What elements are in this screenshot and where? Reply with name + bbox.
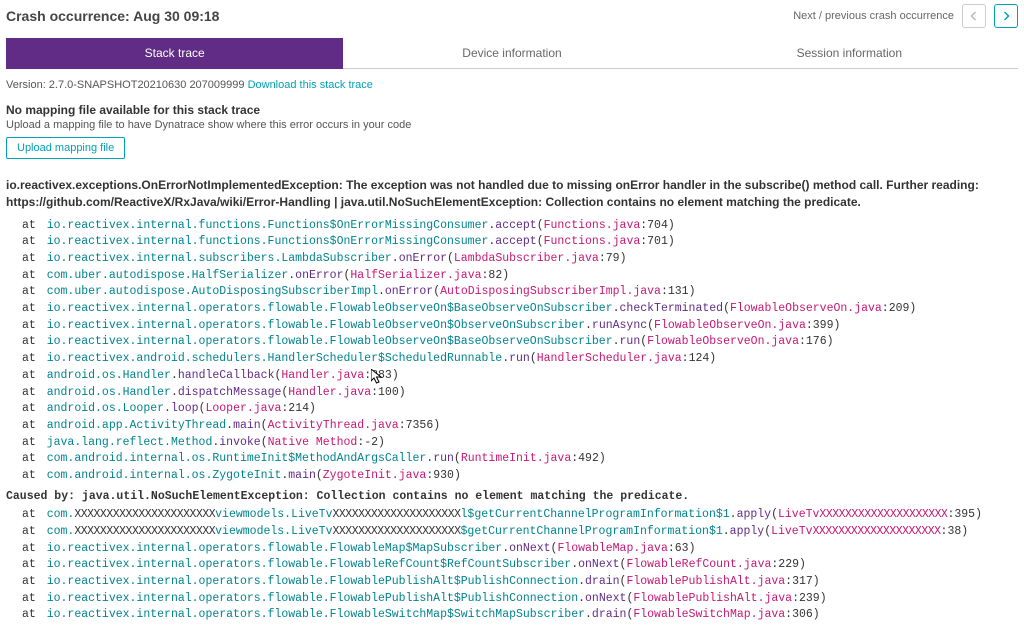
trace-line: at com.XXXXXXXXXXXXXXXXXXXXXXviewmodels.… — [6, 524, 1018, 541]
trace-line: at io.reactivex.android.schedulers.Handl… — [6, 351, 1018, 368]
trace-line: at android.os.Looper.loop(Looper.java:21… — [6, 401, 1018, 418]
trace-line: at com.uber.autodispose.HalfSerializer.o… — [6, 268, 1018, 285]
download-stack-trace-link[interactable]: Download this stack trace — [248, 79, 373, 91]
trace-line: at io.reactivex.internal.operators.flowa… — [6, 557, 1018, 574]
stack-trace-caused: at com.XXXXXXXXXXXXXXXXXXXXXXviewmodels.… — [6, 507, 1018, 624]
trace-line: at android.os.Handler.dispatchMessage(Ha… — [6, 385, 1018, 402]
version-text: Version: 2.7.0-SNAPSHOT20210630 20700999… — [6, 79, 245, 91]
trace-line: at com.android.internal.os.ZygoteInit.ma… — [6, 468, 1018, 485]
tab-stack-trace[interactable]: Stack trace — [6, 38, 343, 69]
tab-session-information[interactable]: Session information — [681, 38, 1018, 69]
trace-line: at com.android.internal.os.RuntimeInit$M… — [6, 451, 1018, 468]
stack-trace: at io.reactivex.internal.functions.Funct… — [6, 218, 1018, 485]
trace-line: at java.lang.reflect.Method.invoke(Nativ… — [6, 435, 1018, 452]
arrow-left-icon — [968, 10, 980, 22]
trace-line: at io.reactivex.internal.subscribers.Lam… — [6, 251, 1018, 268]
trace-line: at com.XXXXXXXXXXXXXXXXXXXXXXviewmodels.… — [6, 507, 1018, 524]
page-title: Crash occurrence: Aug 30 09:18 — [6, 8, 219, 24]
prev-crash-button[interactable] — [962, 4, 986, 28]
trace-line: at io.reactivex.internal.operators.flowa… — [6, 607, 1018, 624]
trace-line: at com.uber.autodispose.AutoDisposingSub… — [6, 284, 1018, 301]
trace-line: at android.app.ActivityThread.main(Activ… — [6, 418, 1018, 435]
trace-line: at io.reactivex.internal.operators.flowa… — [6, 318, 1018, 335]
trace-line: at io.reactivex.internal.operators.flowa… — [6, 301, 1018, 318]
upload-help-text: Upload a mapping file to have Dynatrace … — [6, 119, 1018, 131]
nav-label: Next / previous crash occurrence — [793, 10, 954, 22]
trace-line: at io.reactivex.internal.functions.Funct… — [6, 234, 1018, 251]
trace-line: at io.reactivex.internal.operators.flowa… — [6, 334, 1018, 351]
no-mapping-heading: No mapping file available for this stack… — [6, 103, 1018, 117]
arrow-right-icon — [1000, 10, 1012, 22]
trace-line: at io.reactivex.internal.operators.flowa… — [6, 541, 1018, 558]
trace-line: at io.reactivex.internal.functions.Funct… — [6, 218, 1018, 235]
tabs: Stack trace Device information Session i… — [6, 38, 1018, 69]
trace-line: at io.reactivex.internal.operators.flowa… — [6, 591, 1018, 608]
trace-line: at android.os.Handler.handleCallback(Han… — [6, 368, 1018, 385]
caused-by: Caused by: java.util.NoSuchElementExcept… — [6, 489, 1018, 506]
tab-device-information[interactable]: Device information — [343, 38, 680, 69]
crash-nav: Next / previous crash occurrence — [793, 4, 1018, 28]
exception-header: io.reactivex.exceptions.OnErrorNotImplem… — [6, 177, 1018, 212]
upload-mapping-button[interactable]: Upload mapping file — [6, 137, 125, 159]
version-line: Version: 2.7.0-SNAPSHOT20210630 20700999… — [6, 79, 1018, 91]
next-crash-button[interactable] — [994, 4, 1018, 28]
trace-line: at io.reactivex.internal.operators.flowa… — [6, 574, 1018, 591]
